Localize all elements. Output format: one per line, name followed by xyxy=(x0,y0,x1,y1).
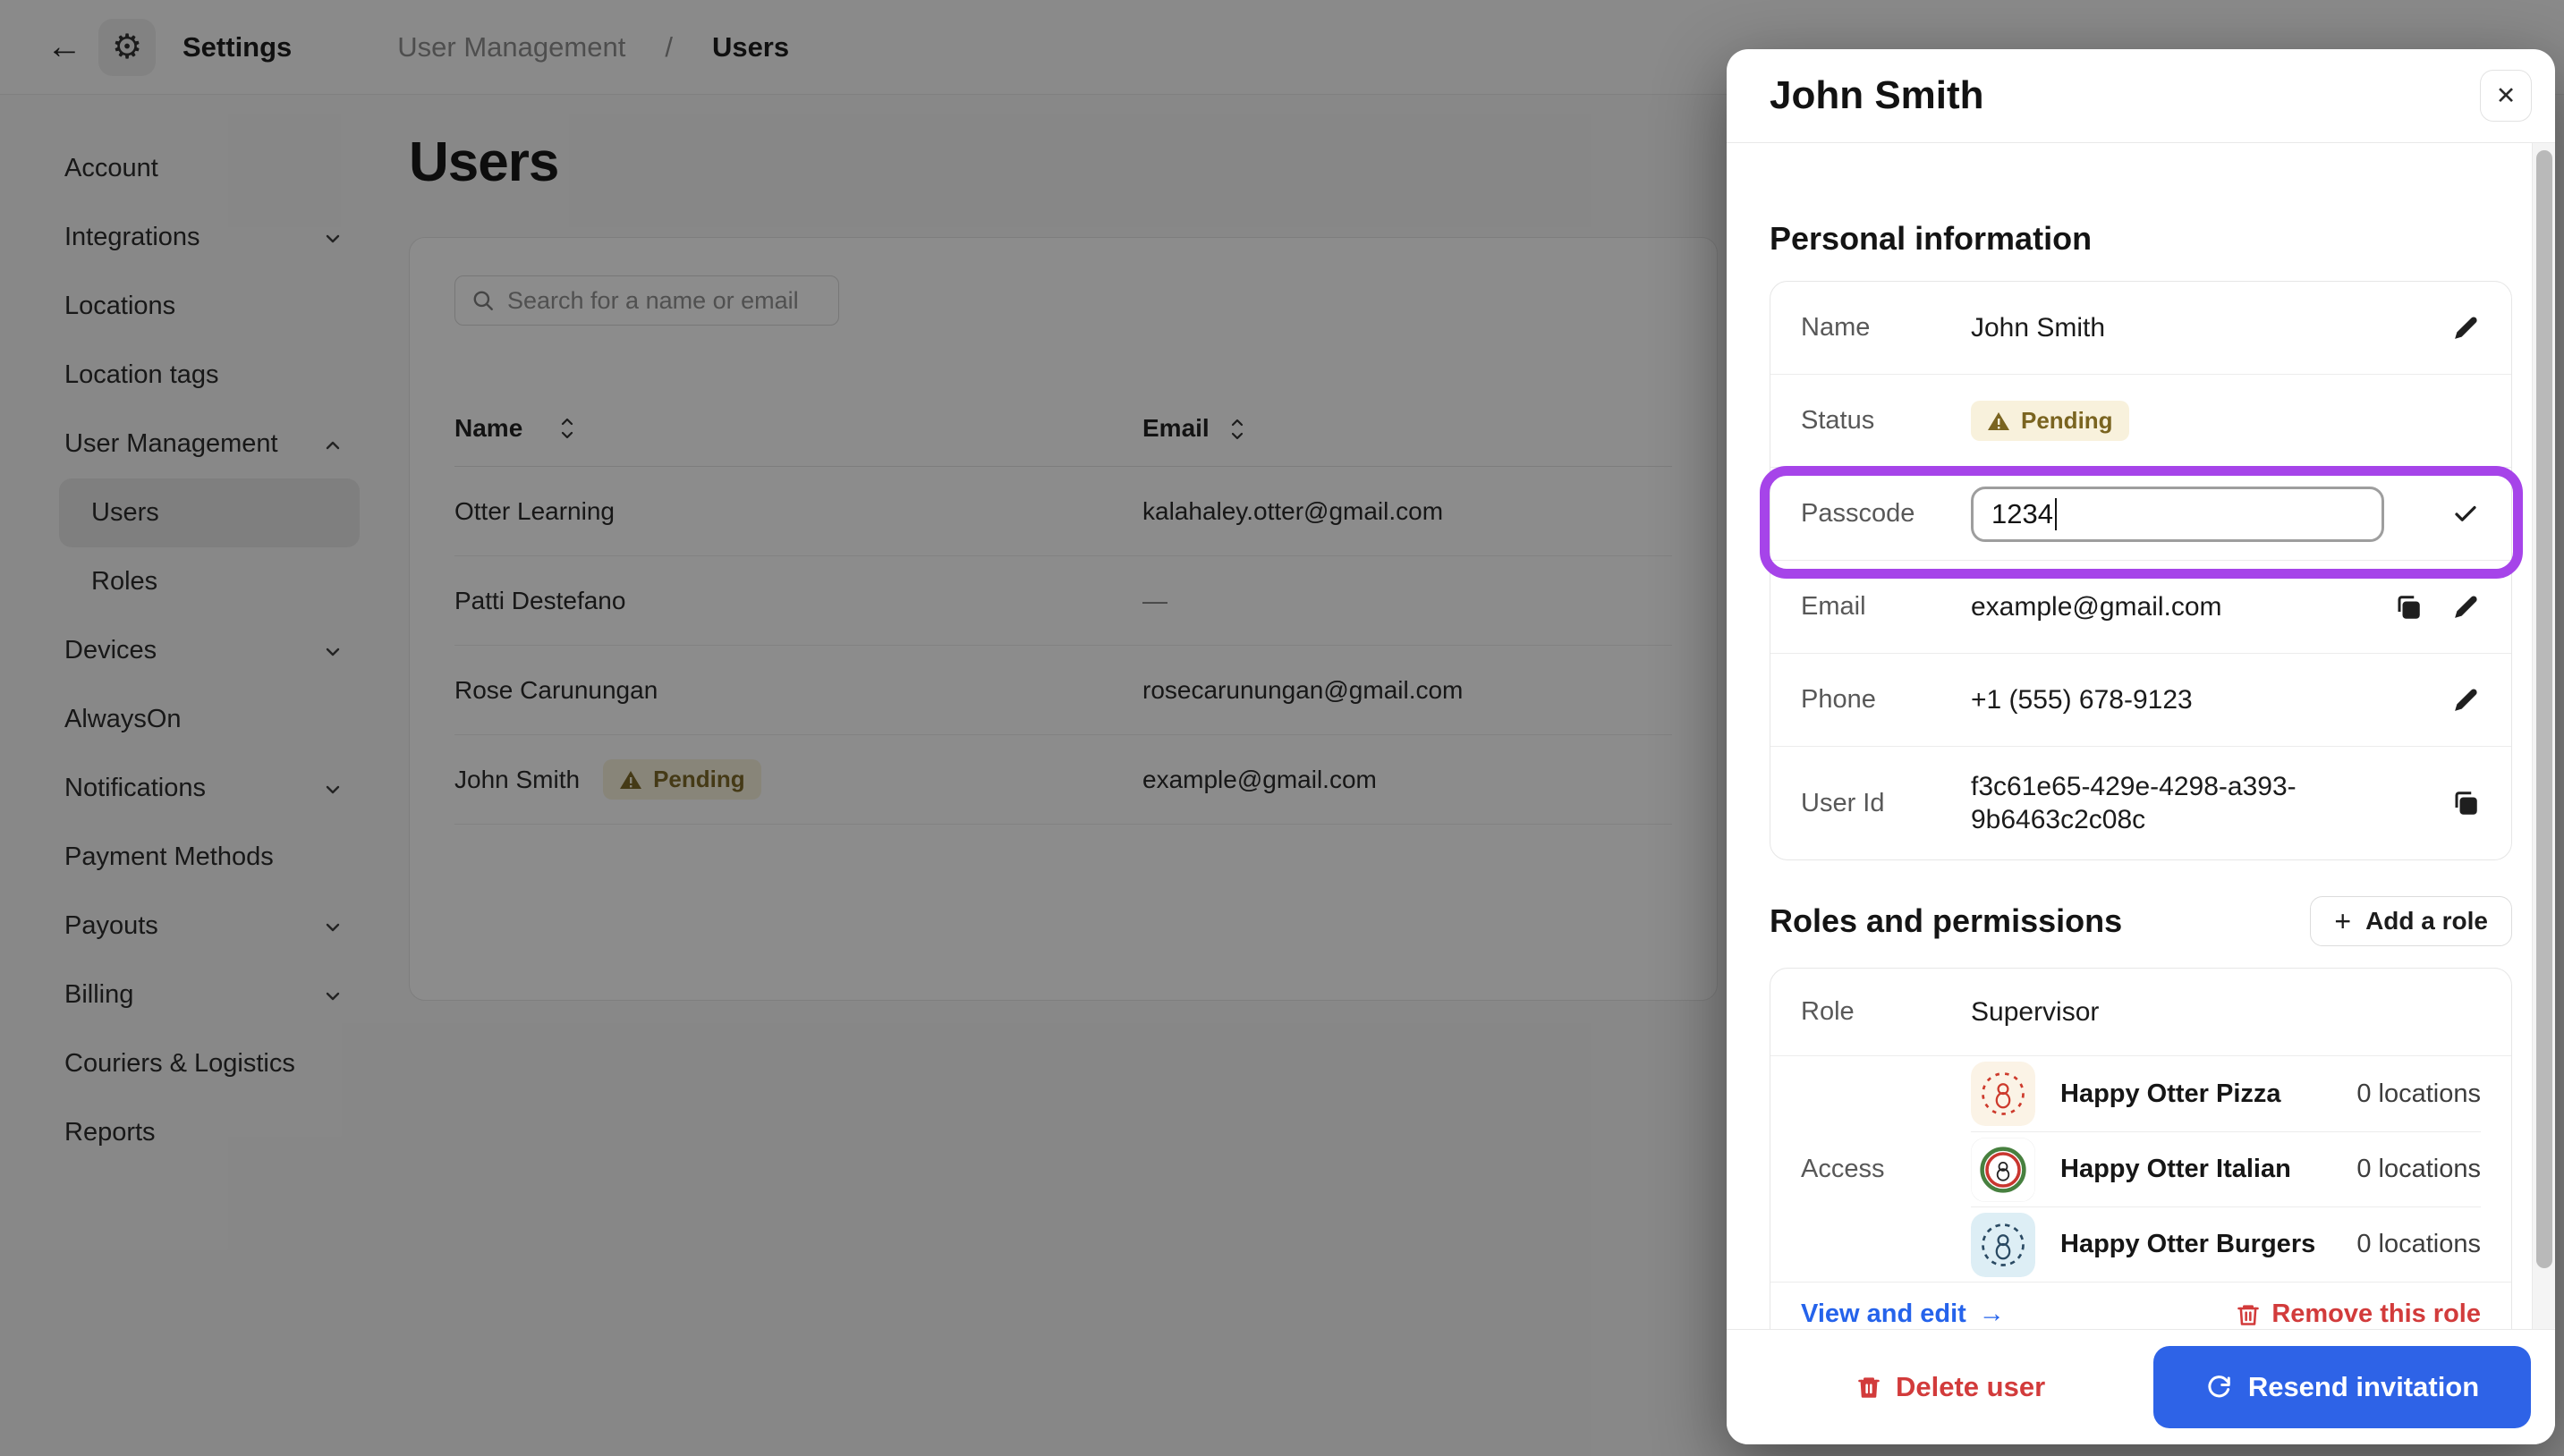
confirm-passcode-icon[interactable] xyxy=(2450,499,2481,529)
delete-user-button[interactable]: Delete user xyxy=(1856,1371,2045,1403)
happy-otter-pizza-logo xyxy=(1971,1062,2035,1126)
personal-information-title: Personal information xyxy=(1770,220,2512,258)
edit-email-icon[interactable] xyxy=(2450,592,2481,622)
role-card: Role Supervisor Access Happy Otter Pizza xyxy=(1770,968,2512,1347)
panel-scrollbar-track[interactable] xyxy=(2532,143,2555,1329)
text-caret xyxy=(2055,498,2058,530)
remove-role-link[interactable]: Remove this role xyxy=(2236,1299,2481,1329)
userid-row: User Id f3c61e65-429e-4298-a393-9b6463c2… xyxy=(1770,747,2511,859)
edit-name-icon[interactable] xyxy=(2450,313,2481,343)
arrow-right-icon: → xyxy=(1979,1299,2005,1329)
brand-row: Happy Otter Italian 0 locations xyxy=(1971,1131,2481,1206)
panel-body: Personal information Name John Smith Sta… xyxy=(1727,143,2555,1329)
resend-invitation-button[interactable]: Resend invitation xyxy=(2153,1346,2531,1428)
panel-footer: Delete user Resend invitation xyxy=(1727,1329,2555,1444)
passcode-input[interactable]: 1234 xyxy=(1971,487,2384,542)
name-row: Name John Smith xyxy=(1770,282,2511,375)
plus-icon: + xyxy=(2334,907,2351,935)
panel-title: John Smith xyxy=(1770,73,1984,118)
email-row: Email example@gmail.com xyxy=(1770,561,2511,654)
happy-otter-italian-logo xyxy=(1971,1138,2035,1202)
personal-information-card: Name John Smith Status Pending Passcode … xyxy=(1770,281,2512,860)
edit-phone-icon[interactable] xyxy=(2450,685,2481,715)
panel-scrollbar-thumb[interactable] xyxy=(2536,150,2552,1268)
role-row: Role Supervisor xyxy=(1770,969,2511,1056)
copy-userid-icon[interactable] xyxy=(2450,788,2481,818)
access-section: Access Happy Otter Pizza 0 locations xyxy=(1770,1056,2511,1282)
passcode-row: Passcode 1234 xyxy=(1770,468,2511,561)
roles-section-header: Roles and permissions + Add a role xyxy=(1770,896,2512,946)
happy-otter-burgers-logo xyxy=(1971,1213,2035,1277)
view-edit-link[interactable]: View and edit → xyxy=(1801,1299,2005,1329)
status-badge: Pending xyxy=(1971,401,2129,441)
trash-icon xyxy=(2236,1302,2261,1327)
warning-icon xyxy=(1987,411,2010,432)
user-detail-panel: John Smith ✕ Personal information Name J… xyxy=(1727,49,2555,1444)
brand-row: Happy Otter Pizza 0 locations xyxy=(1971,1056,2481,1131)
refresh-icon xyxy=(2205,1374,2232,1401)
brand-row: Happy Otter Burgers 0 locations xyxy=(1971,1206,2481,1282)
roles-permissions-title: Roles and permissions xyxy=(1770,902,2122,940)
add-role-button[interactable]: + Add a role xyxy=(2310,896,2512,946)
phone-row: Phone +1 (555) 678-9123 xyxy=(1770,654,2511,747)
panel-header: John Smith ✕ xyxy=(1727,49,2555,143)
close-icon[interactable]: ✕ xyxy=(2480,70,2532,122)
trash-icon xyxy=(1856,1375,1881,1400)
copy-email-icon[interactable] xyxy=(2393,592,2424,622)
status-row: Status Pending xyxy=(1770,375,2511,468)
